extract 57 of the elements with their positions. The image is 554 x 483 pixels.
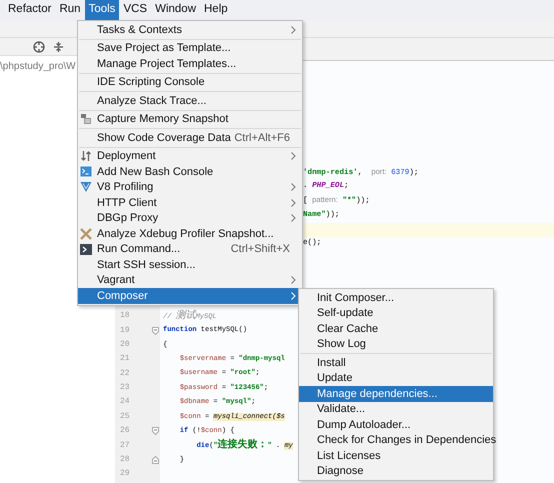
- up-down-arrows-icon: [80, 150, 92, 162]
- menu-item[interactable]: Dump Autoloader...: [299, 417, 493, 432]
- fold-icon[interactable]: [152, 326, 159, 335]
- menu-item[interactable]: Tasks & Contexts: [78, 22, 302, 38]
- menu-item[interactable]: Show Log: [299, 336, 493, 352]
- menu-item[interactable]: Show Code Coverage Data Ctrl+Alt+F6: [78, 130, 302, 146]
- line-number: 28: [120, 454, 130, 466]
- menu-item[interactable]: List Licenses: [299, 448, 493, 464]
- menu-item[interactable]: Self-update: [299, 306, 493, 321]
- menu-item[interactable]: Save Project as Template...: [78, 40, 302, 56]
- menu-bar-item[interactable]: Window: [151, 0, 200, 20]
- menu-item[interactable]: Vagrant: [78, 272, 302, 288]
- line-number: 27: [120, 440, 130, 452]
- line-number: 20: [120, 338, 130, 351]
- menu-bar-item[interactable]: Help: [200, 0, 232, 20]
- fold-icon[interactable]: [152, 456, 159, 464]
- collapse-icon[interactable]: [53, 40, 64, 52]
- menu-item[interactable]: Clear Cache: [299, 321, 493, 336]
- shield-icon: [80, 181, 92, 194]
- line-number: 25: [120, 410, 130, 423]
- menu-item[interactable]: Analyze Stack Trace...: [78, 93, 302, 108]
- line-number: 21: [120, 353, 130, 366]
- menu-item[interactable]: Install: [299, 355, 493, 370]
- menu-item[interactable]: Validate...: [299, 402, 493, 417]
- menu-item[interactable]: Manage Project Templates...: [78, 56, 302, 72]
- line-number: 29: [120, 468, 130, 480]
- cross-icon: [80, 228, 92, 240]
- menu-item[interactable]: Manage dependencies...: [299, 386, 493, 402]
- line-number: 19: [120, 324, 130, 337]
- menu-bar-item[interactable]: Refactor: [4, 0, 56, 20]
- fold-icon[interactable]: [152, 427, 159, 436]
- menu-item[interactable]: Analyze Xdebug Profiler Snapshot...: [78, 226, 302, 242]
- project-path: \phpstudy_pro\W: [0, 60, 76, 74]
- console-icon: [80, 166, 92, 178]
- locate-icon[interactable]: [33, 40, 45, 52]
- menu-item[interactable]: Update: [299, 370, 493, 386]
- menu-bar-item[interactable]: VCS: [119, 0, 152, 20]
- menu-bar-item[interactable]: Tools: [84, 0, 120, 20]
- line-number: 24: [120, 396, 130, 408]
- terminal-icon: [80, 244, 92, 255]
- menu-item[interactable]: HTTP Client: [78, 195, 302, 210]
- menu-item[interactable]: Diagnose: [299, 464, 493, 479]
- line-number: 22: [120, 368, 130, 380]
- menu-item[interactable]: Deployment: [78, 148, 302, 164]
- line-number: 26: [120, 425, 130, 438]
- menu-item[interactable]: Start SSH session...: [78, 257, 302, 272]
- line-number: 18: [120, 310, 130, 322]
- menu-item[interactable]: Run Command... Ctrl+Shift+X: [78, 242, 302, 257]
- menu-item[interactable]: IDE Scripting Console: [78, 74, 302, 90]
- menu-item[interactable]: Init Composer...: [299, 290, 493, 306]
- menu-bar-item[interactable]: Run: [55, 0, 85, 20]
- menu-item[interactable]: DBGp Proxy: [78, 210, 302, 226]
- menu-item[interactable]: V8 Profiling: [78, 180, 302, 195]
- line-number: 23: [120, 382, 130, 394]
- menu-item[interactable]: Add New Bash Console: [78, 164, 302, 180]
- memory-snapshot-icon: [80, 113, 92, 126]
- menu-item[interactable]: Capture Memory Snapshot: [78, 112, 302, 127]
